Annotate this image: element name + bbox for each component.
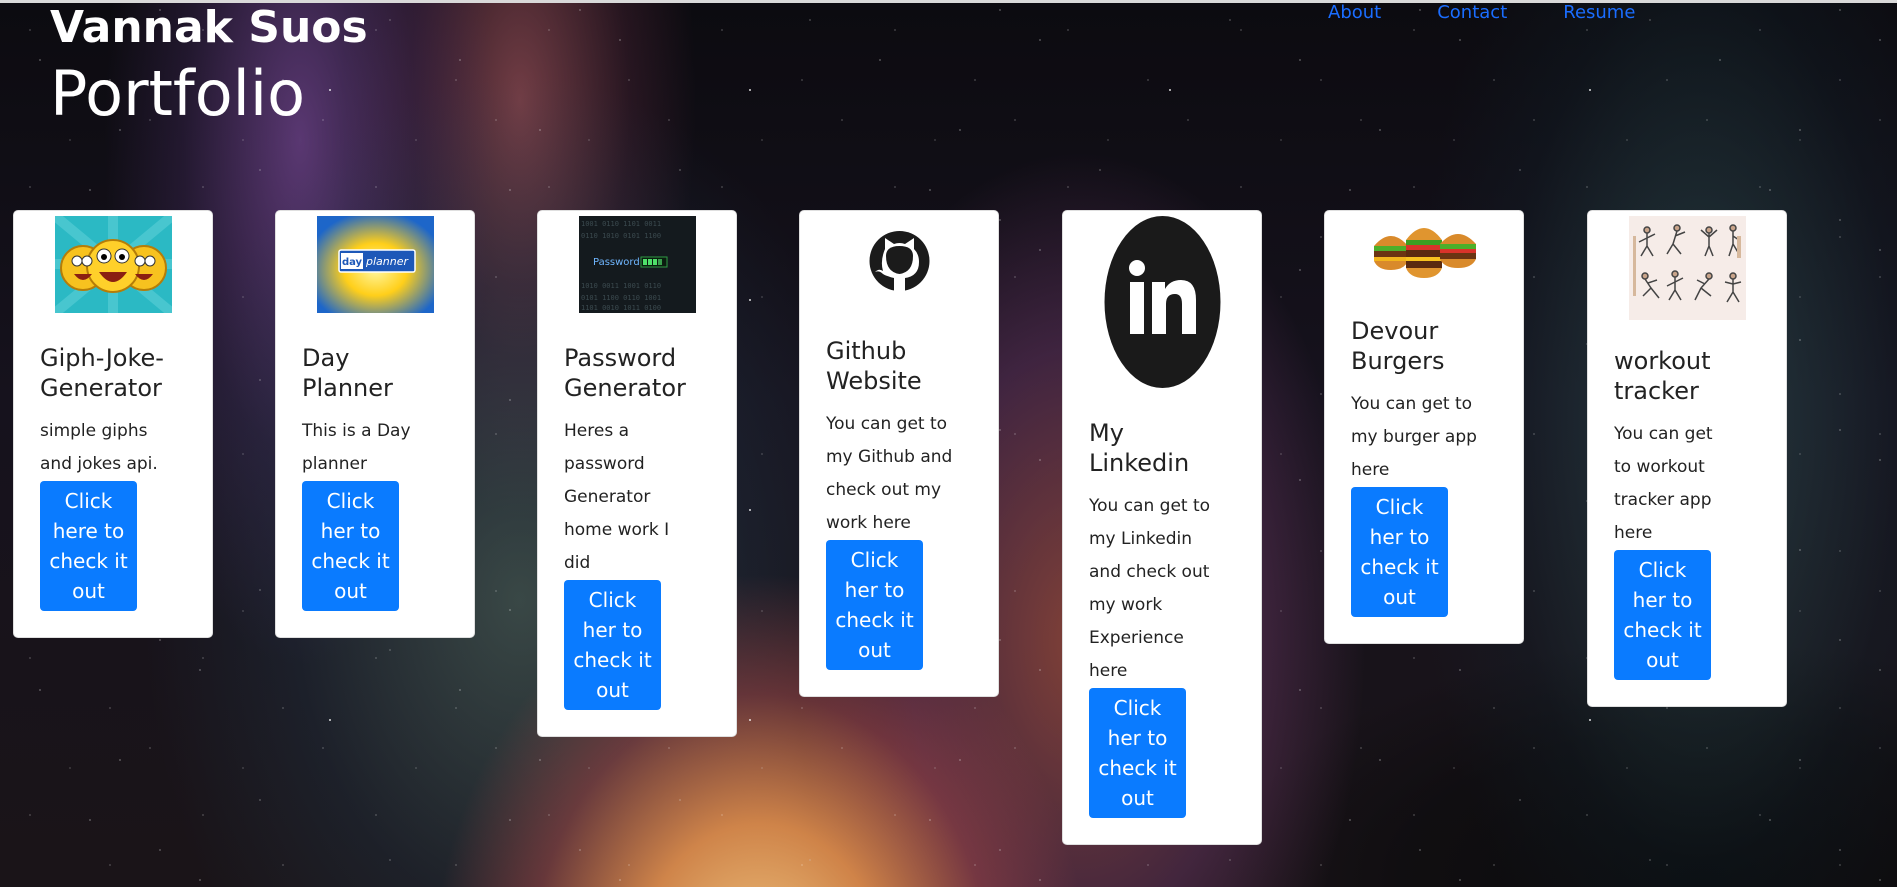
card-title: Giph-Joke-Generator: [40, 344, 164, 402]
github-icon: [840, 216, 958, 306]
check-it-out-button[interactable]: Click her to check it out: [1614, 550, 1711, 680]
linkedin-icon: [1103, 216, 1221, 388]
svg-text:Password: Password: [593, 257, 640, 268]
card-text: You can get to my Github and check out m…: [826, 414, 953, 533]
check-it-out-button[interactable]: Click her to check it out: [302, 481, 399, 611]
laughing-emoji-icon: [54, 216, 172, 313]
svg-text:0110 1010 0101 1100: 0110 1010 0101 1100: [581, 232, 661, 240]
card-text: You can get to my burger app here: [1351, 394, 1477, 480]
check-it-out-button[interactable]: Click here to check it out: [40, 481, 137, 611]
project-card-day-planner: day planner Day Planner This is a Day pl…: [275, 210, 475, 638]
password-icon: 1001 0110 1101 0011 0110 1010 0101 1100 …: [578, 216, 696, 313]
card-title: Password Generator: [564, 344, 686, 402]
card-text: You can get to my Linkedin and check out…: [1089, 496, 1211, 681]
card-text: Heres a password Generator home work I d…: [564, 421, 670, 573]
site-header: Vannak Suos Portfolio: [50, 0, 368, 134]
check-it-out-button[interactable]: Click her to check it out: [1089, 688, 1186, 818]
project-card-github: Github Website You can get to my Github …: [799, 210, 999, 697]
workout-icon: [1628, 216, 1746, 320]
burger-icon: [1365, 216, 1483, 288]
site-owner-name: Vannak Suos: [50, 2, 368, 53]
card-title: Github Website: [826, 337, 922, 395]
card-title: My Linkedin: [1089, 419, 1190, 477]
card-title: Day Planner: [302, 344, 393, 402]
svg-text:1101 0010 1011 0100: 1101 0010 1011 0100: [581, 304, 661, 312]
project-card-giph-joke: Giph-Joke-Generator simple giphs and jok…: [13, 210, 213, 638]
card-text: You can get to workout tracker app here: [1614, 424, 1713, 543]
project-card-devour-burgers: Devour Burgers You can get to my burger …: [1324, 210, 1524, 644]
svg-text:planner: planner: [364, 255, 408, 268]
top-nav: About Contact Resume: [1300, 0, 1663, 26]
svg-text:0101 1100 0110 1001: 0101 1100 0110 1001: [581, 294, 661, 302]
project-card-password-generator: 1001 0110 1101 0011 0110 1010 0101 1100 …: [537, 210, 737, 737]
project-card-workout-tracker: workout tracker You can get to workout t…: [1587, 210, 1787, 707]
check-it-out-button[interactable]: Click her to check it out: [826, 540, 923, 670]
project-card-linkedin: My Linkedin You can get to my Linkedin a…: [1062, 210, 1262, 845]
svg-text:1010 0011 1001 0110: 1010 0011 1001 0110: [581, 282, 661, 290]
card-text: simple giphs and jokes api.: [40, 421, 158, 474]
svg-text:day: day: [341, 257, 362, 268]
card-title: workout tracker: [1614, 347, 1711, 405]
nav-link-resume[interactable]: Resume: [1535, 0, 1663, 26]
check-it-out-button[interactable]: Click her to check it out: [564, 580, 661, 710]
svg-text:1001 0110 1101 0011: 1001 0110 1101 0011: [581, 220, 661, 228]
nav-link-about[interactable]: About: [1300, 0, 1409, 26]
day-planner-icon: day planner: [316, 216, 434, 313]
card-text: This is a Day planner: [302, 421, 411, 474]
check-it-out-button[interactable]: Click her to check it out: [1351, 487, 1448, 617]
nav-link-contact[interactable]: Contact: [1409, 0, 1535, 26]
page-title: Portfolio: [50, 57, 306, 130]
card-title: Devour Burgers: [1351, 317, 1445, 375]
